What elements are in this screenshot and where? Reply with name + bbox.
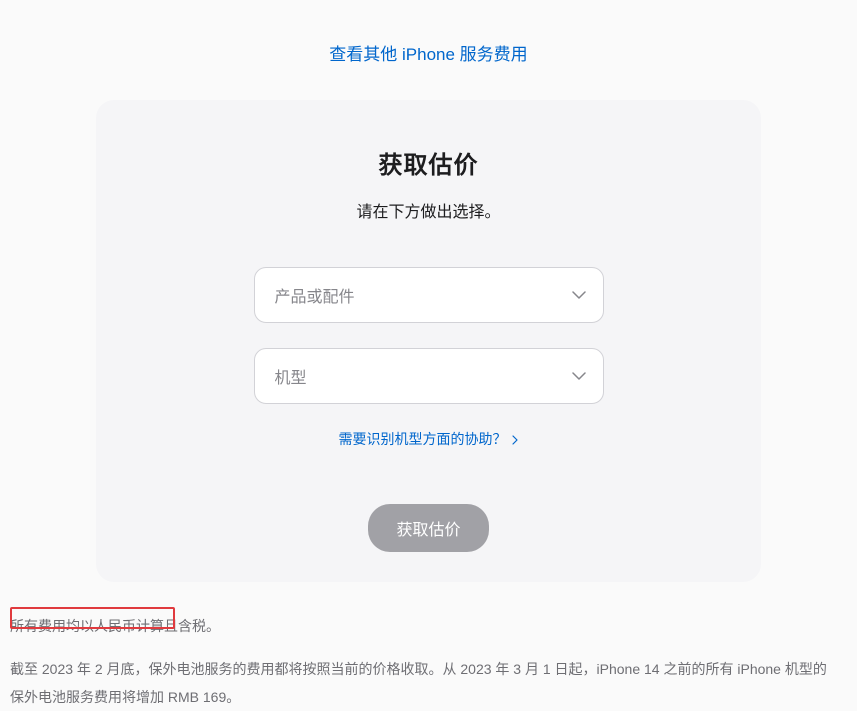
estimate-card: 获取估价 请在下方做出选择。 产品或配件 机型 需要识别机型方面的协助？ 获取估… (96, 100, 761, 582)
card-subtitle: 请在下方做出选择。 (136, 198, 721, 222)
product-select[interactable]: 产品或配件 (254, 267, 604, 323)
card-title: 获取估价 (136, 145, 721, 180)
help-link-label: 需要识别机型方面的协助？ (339, 431, 507, 447)
model-select-wrapper: 机型 (254, 348, 604, 404)
model-select[interactable]: 机型 (254, 348, 604, 404)
product-select-wrapper: 产品或配件 (254, 267, 604, 323)
help-link-container: 需要识别机型方面的协助？ (136, 429, 721, 449)
footer-note-pricing: 截至 2023 年 2 月底，保外电池服务的费用都将按照当前的价格收取。从 20… (10, 655, 840, 711)
other-services-link[interactable]: 查看其他 iPhone 服务费用 (329, 45, 527, 64)
identify-model-help-link[interactable]: 需要识别机型方面的协助？ (339, 431, 519, 447)
footer-note-currency: 所有费用均以人民币计算且含税。 (10, 612, 840, 640)
footer-notes: 所有费用均以人民币计算且含税。 截至 2023 年 2 月底，保外电池服务的费用… (10, 612, 840, 711)
top-link-container: 查看其他 iPhone 服务费用 (0, 40, 857, 65)
chevron-right-icon (512, 432, 518, 448)
get-estimate-button[interactable]: 获取估价 (368, 504, 488, 552)
